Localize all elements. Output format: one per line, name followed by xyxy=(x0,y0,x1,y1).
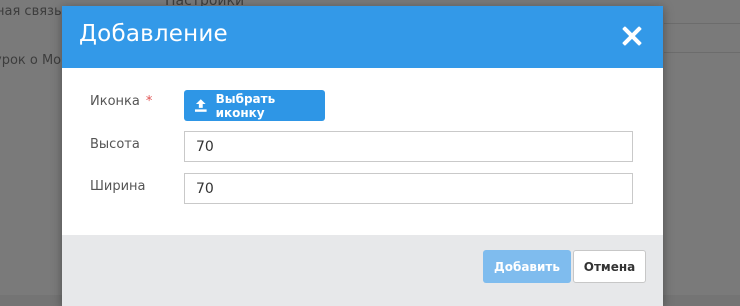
width-label: Ширина xyxy=(90,179,146,194)
width-input[interactable] xyxy=(184,173,633,204)
height-label: Высота xyxy=(90,137,140,152)
background-divider xyxy=(664,52,740,53)
add-dialog: Добавление Иконка * Выбрать иконку Высота… xyxy=(62,6,663,306)
icon-field-label: Иконка * xyxy=(90,94,152,109)
background-feedback-link: ная связь xyxy=(0,4,62,19)
dialog-title: Добавление xyxy=(79,21,228,47)
choose-icon-button[interactable]: Выбрать иконку xyxy=(184,90,325,121)
background-divider xyxy=(664,23,740,24)
upload-icon xyxy=(194,99,207,112)
icon-label-text: Иконка xyxy=(90,94,140,109)
dialog-header: Добавление xyxy=(62,6,663,68)
add-button[interactable]: Добавить xyxy=(483,250,571,283)
required-mark: * xyxy=(145,94,153,109)
cancel-button[interactable]: Отмена xyxy=(573,250,646,283)
background-hint-link: урок о Мо xyxy=(0,53,62,68)
dialog-footer: Добавить Отмена xyxy=(62,235,663,306)
choose-icon-label: Выбрать иконку xyxy=(215,91,276,120)
dialog-body: Иконка * Выбрать иконку Высота Ширина xyxy=(62,68,663,235)
close-icon[interactable] xyxy=(621,25,643,47)
height-input[interactable] xyxy=(184,131,633,162)
